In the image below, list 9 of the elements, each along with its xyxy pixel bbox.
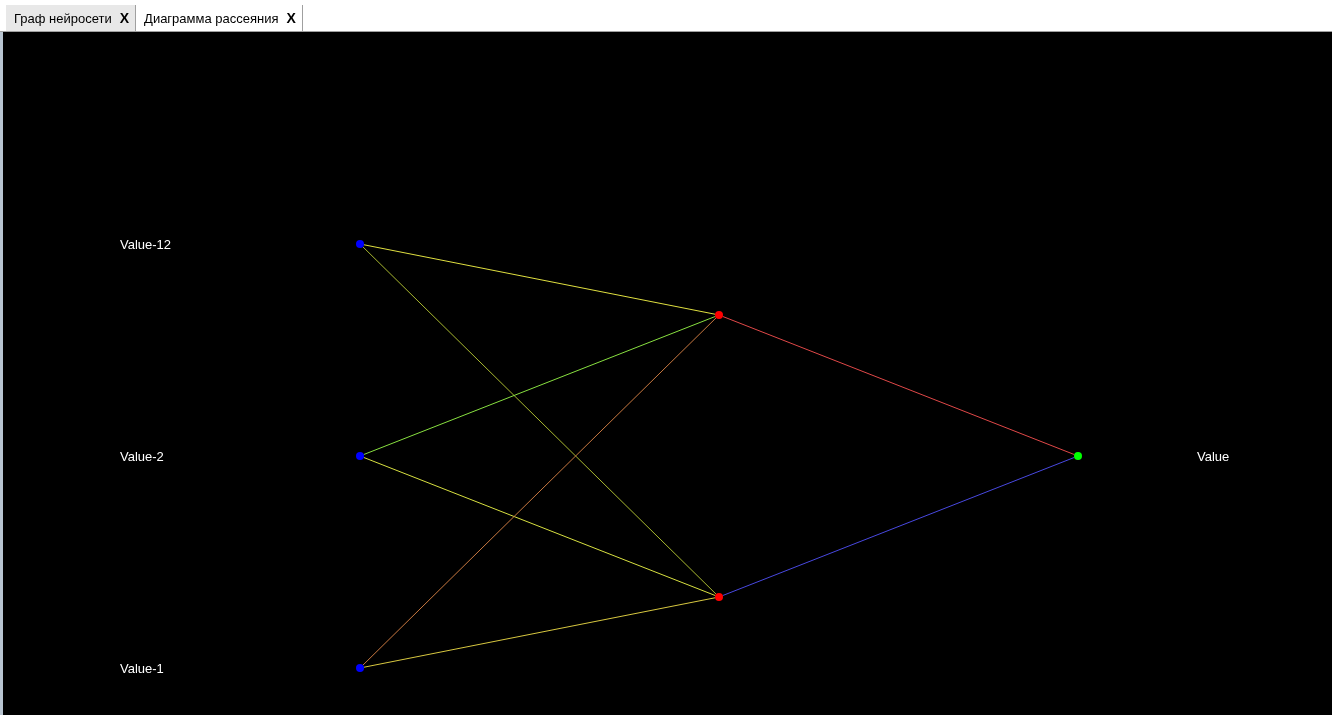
node-label: Value-12 bbox=[120, 237, 172, 252]
close-button[interactable]: X bbox=[286, 10, 296, 26]
node-label: Value bbox=[1197, 449, 1230, 464]
tab-label: Граф нейросети bbox=[14, 10, 112, 26]
node-label: Value-2 bbox=[120, 449, 164, 464]
close-button[interactable]: X bbox=[119, 10, 130, 26]
tab[interactable]: Граф нейросети X bbox=[6, 5, 137, 31]
node-label: Value-1 bbox=[120, 661, 164, 676]
tab-label: Диаграмма рассеяния bbox=[144, 10, 279, 26]
